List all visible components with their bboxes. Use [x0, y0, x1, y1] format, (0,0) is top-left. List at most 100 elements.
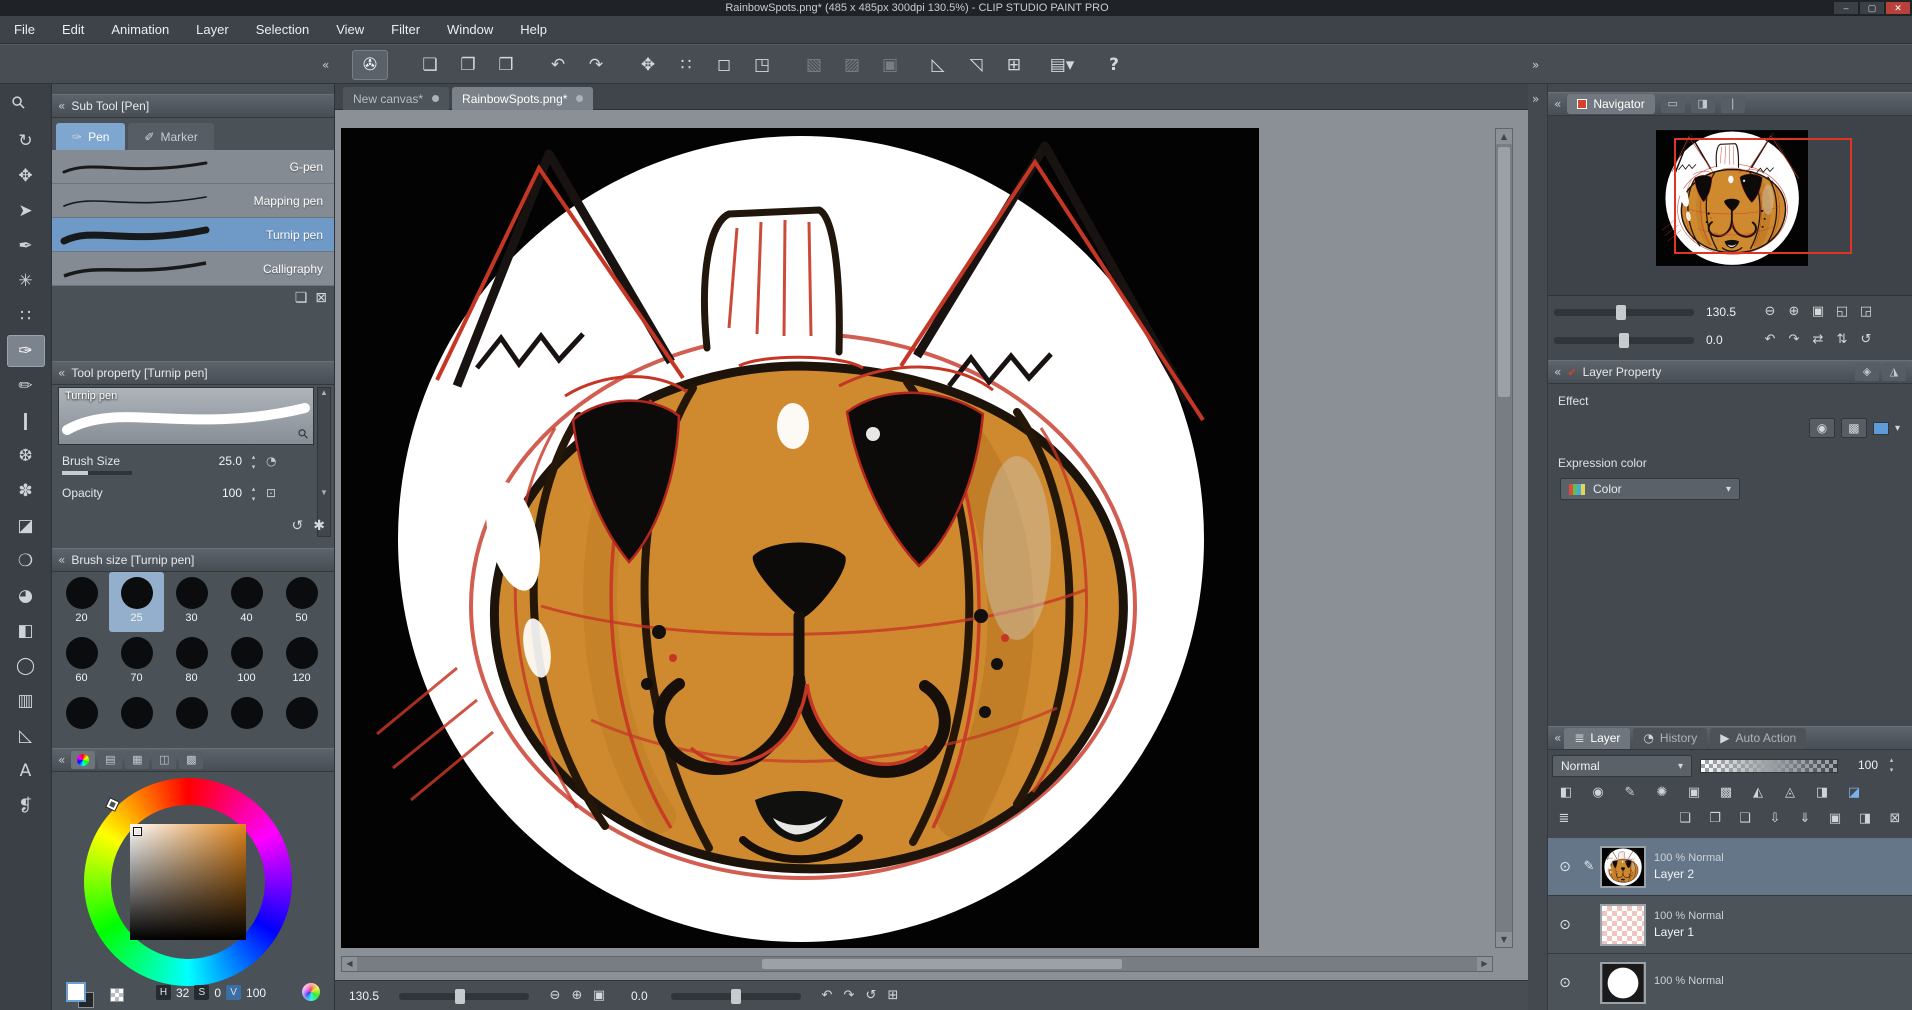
zoom-tool[interactable]: ⚲	[0, 78, 44, 127]
clip-to-layer-below-icon[interactable]: ◭	[1742, 782, 1774, 804]
brush-size-cell-partial[interactable]	[274, 692, 329, 738]
approx-color-tab[interactable]: ▩	[179, 751, 204, 769]
detail-settings-icon[interactable]: ✱	[313, 518, 325, 534]
brush-size-cell-30[interactable]: 30	[164, 572, 219, 632]
menu-window[interactable]: Window	[447, 22, 493, 37]
collapse-left-panels-button[interactable]: «	[322, 58, 329, 72]
rotate-left-icon[interactable]: ↶	[817, 986, 837, 1006]
expression-color-dropdown[interactable]: Color ▾	[1560, 478, 1740, 500]
color-slider-tab[interactable]: ▤	[98, 751, 123, 769]
layer-row-layer-1[interactable]: ⊙ 100 % Normal Layer 1	[1548, 896, 1912, 954]
set-as-reference-icon[interactable]: ◬	[1774, 782, 1806, 804]
layer-name[interactable]: Layer 2	[1654, 867, 1724, 881]
move-canvas-button[interactable]: ✥	[630, 50, 666, 80]
saturation-value-square[interactable]	[130, 824, 246, 940]
zoom-slider[interactable]	[399, 989, 529, 1004]
tab-navigator[interactable]: Navigator	[1567, 94, 1655, 114]
canvas-vertical-scrollbar[interactable]: ▲ ▼	[1495, 128, 1513, 948]
panel-grip-icon[interactable]: «	[1554, 731, 1561, 745]
nav-rotate-left-icon[interactable]: ↶	[1760, 330, 1780, 350]
subtool-item-g-pen[interactable]: G-pen	[52, 150, 334, 184]
navigator-rotation-value[interactable]: 0.0	[1706, 333, 1723, 347]
panel-grip-icon[interactable]: «	[1554, 97, 1561, 111]
object-tool[interactable]: ➤	[7, 195, 45, 227]
undo-button[interactable]: ↶	[540, 50, 576, 80]
move-layer-tool[interactable]: ✥	[7, 160, 45, 192]
nav-flip-horizontal-icon[interactable]: ⇄	[1808, 330, 1828, 350]
transparent-color-swatch[interactable]	[110, 988, 124, 1002]
layer-color-caret-icon[interactable]: ▾	[1895, 423, 1900, 434]
tool-property-panel-header[interactable]: « Tool property [Turnip pen]	[52, 361, 334, 385]
document-tab-new-canvas[interactable]: New canvas*	[343, 87, 450, 110]
brush-size-cell-20[interactable]: 20	[54, 572, 109, 632]
menu-edit[interactable]: Edit	[62, 22, 84, 37]
layer-visibility-eye-icon[interactable]: ⊙	[1552, 917, 1578, 933]
intermediate-color-tab[interactable]: ◫	[152, 751, 177, 769]
brush-size-cell-partial[interactable]	[164, 692, 219, 738]
brush-size-cell-100[interactable]: 100	[219, 632, 274, 692]
clear-selection-button[interactable]: ◻	[706, 50, 742, 80]
draft-layer-icon[interactable]: ◨	[1806, 782, 1838, 804]
blend-tool[interactable]: ❍	[7, 545, 45, 577]
layer-thumbnail[interactable]	[1600, 961, 1646, 1004]
brush-size-panel-header[interactable]: « Brush size [Turnip pen]	[52, 548, 334, 572]
reset-all-icon[interactable]: ↺	[292, 518, 304, 534]
layer-opacity-stepper[interactable]: ▴ ▾	[1886, 755, 1897, 775]
brush-size-cell-50[interactable]: 50	[274, 572, 329, 632]
redo-button[interactable]: ↷	[578, 50, 614, 80]
scroll-right-icon[interactable]: ▶	[1477, 957, 1492, 971]
new-raster-layer-button[interactable]: ❏	[1670, 808, 1700, 830]
layer-color-chip-icon[interactable]: ◪	[1838, 782, 1870, 804]
menu-help[interactable]: Help	[520, 22, 547, 37]
create-layer-mask-button[interactable]: ▣	[1820, 808, 1850, 830]
menu-file[interactable]: File	[14, 22, 35, 37]
rotation-value[interactable]: 0.0	[631, 989, 648, 1003]
opacity-stepper[interactable]: ▴ ▾	[248, 484, 259, 504]
close-button[interactable]: ✕	[1886, 2, 1910, 14]
select-area-button[interactable]: ∷	[668, 50, 704, 80]
add-subtool-icon[interactable]: ❏	[295, 290, 308, 306]
pen-tool[interactable]: ✑	[6, 335, 45, 367]
subtool-item-turnip-pen[interactable]: Turnip pen	[52, 218, 334, 252]
brush-size-cell-partial[interactable]	[219, 692, 274, 738]
menu-layer[interactable]: Layer	[196, 22, 229, 37]
snap-to-ruler-button[interactable]: ◺	[920, 50, 956, 80]
transform-button[interactable]: ◳	[744, 50, 780, 80]
lock-transparent-pixels-icon[interactable]: ▩	[1710, 782, 1742, 804]
brush-size-cell-60[interactable]: 60	[54, 632, 109, 692]
zoom-out-icon[interactable]: ⊖	[545, 986, 565, 1006]
delete-layer-button[interactable]: ⊠	[1880, 808, 1910, 830]
canvas-horizontal-scrollbar[interactable]: ◀ ▶	[341, 956, 1493, 972]
panel-grip-icon[interactable]: «	[58, 753, 65, 767]
flip-view-icon[interactable]: ⊞	[883, 986, 903, 1006]
brush-size-dynamics-icon[interactable]: ◔	[266, 454, 276, 468]
layer-thumbnail[interactable]	[1600, 903, 1646, 946]
delete-subtool-icon[interactable]: ⊠	[315, 290, 327, 306]
layer-thumbnail[interactable]	[1600, 845, 1646, 888]
scroll-down-icon[interactable]: ▼	[1496, 932, 1512, 947]
brush-size-value[interactable]: 25.0	[200, 454, 242, 468]
eyedropper-tool[interactable]: ✒	[7, 230, 45, 262]
brush-size-cell-120[interactable]: 120	[274, 632, 329, 692]
layer-property-extra-tab-1[interactable]: ◈	[1855, 363, 1879, 381]
color-wheel-tab[interactable]	[71, 751, 96, 769]
nav-fit-icon[interactable]: ▣	[1808, 302, 1828, 322]
brush-size-slider[interactable]	[62, 471, 132, 475]
new-vector-layer-button[interactable]: ❐	[1700, 808, 1730, 830]
nav-zoom-in-icon[interactable]: ⊕	[1784, 302, 1804, 322]
tab-marker[interactable]: ✐ Marker	[128, 123, 214, 150]
pencil-tool[interactable]: ✏	[7, 370, 45, 402]
open-file-button[interactable]: ❐	[450, 50, 486, 80]
canvas-artwork[interactable]	[341, 128, 1259, 948]
sub-view-tab[interactable]: ▭	[1660, 95, 1685, 113]
brush-size-cell-40[interactable]: 40	[219, 572, 274, 632]
auto-select-tool[interactable]: ✳	[7, 265, 45, 297]
zoom-in-icon[interactable]: ⊕	[567, 986, 587, 1006]
workspace-menu-button[interactable]: ▤▾	[1044, 50, 1080, 80]
onion-skin-icon[interactable]: ✺	[1646, 782, 1678, 804]
text-tool[interactable]: A	[7, 755, 45, 787]
menu-filter[interactable]: Filter	[391, 22, 420, 37]
transfer-to-lower-button[interactable]: ⇩	[1760, 808, 1790, 830]
navigator-rotation-slider[interactable]	[1554, 333, 1694, 348]
brush-size-cell-80[interactable]: 80	[164, 632, 219, 692]
